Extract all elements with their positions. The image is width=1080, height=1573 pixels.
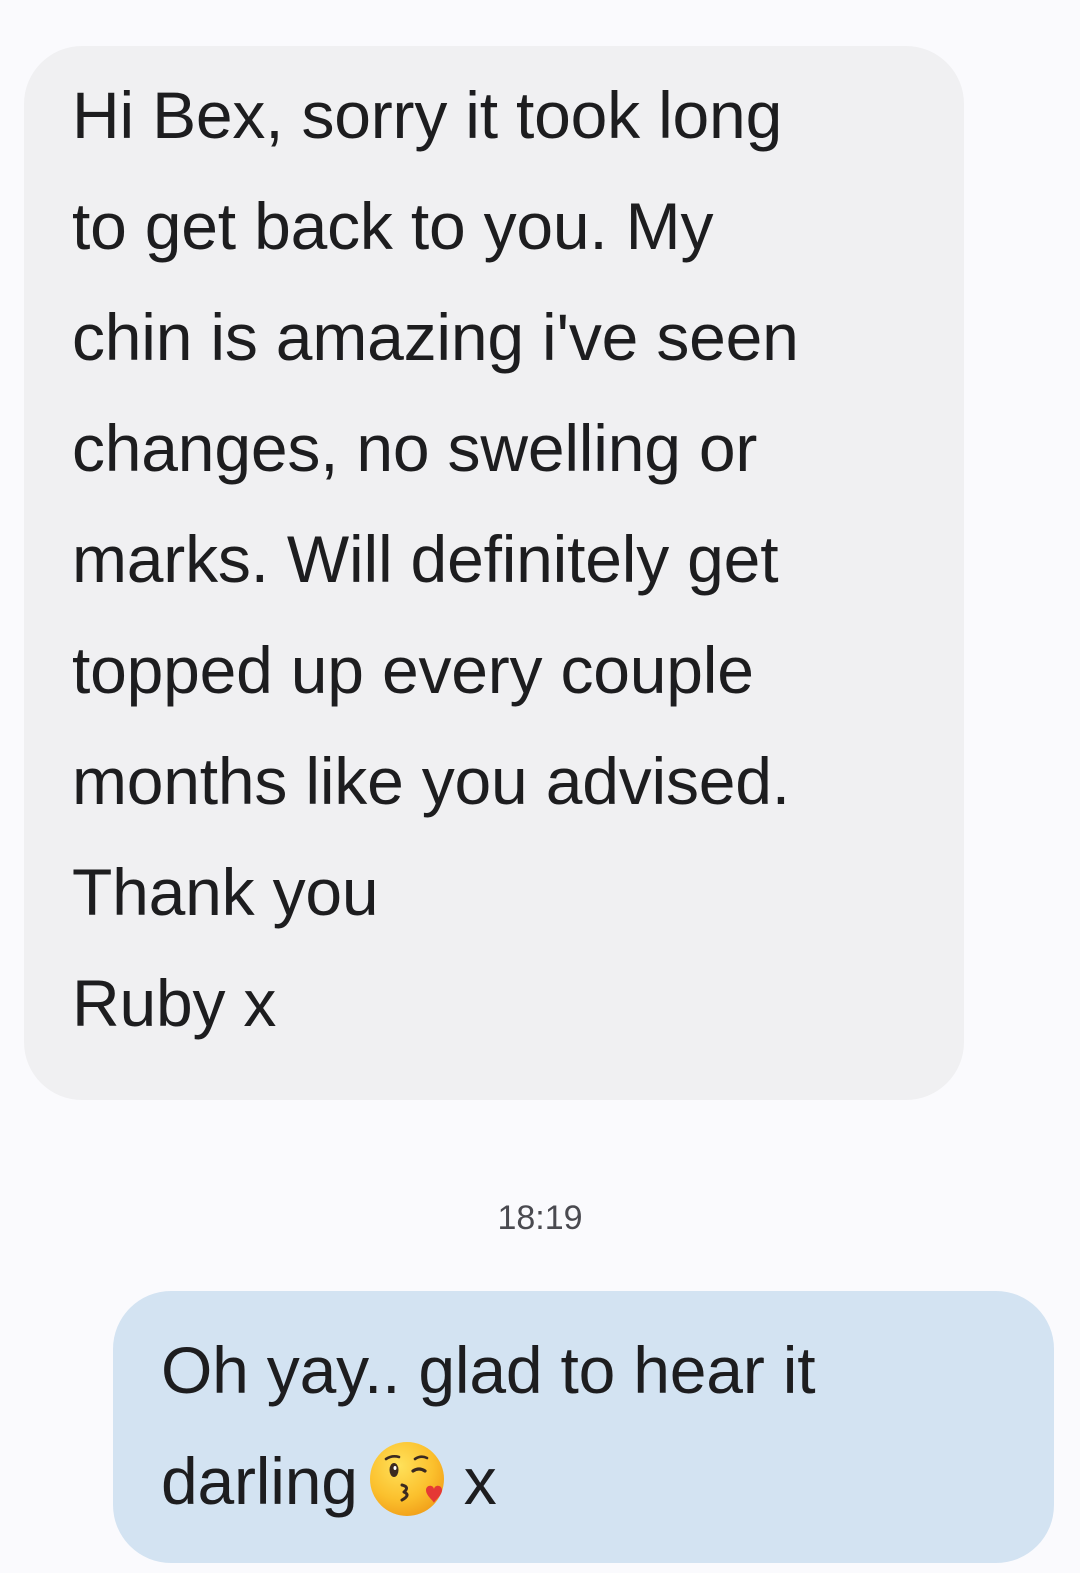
face-blowing-a-kiss-icon [368,1440,446,1518]
message-line: topped up every couple [72,633,754,707]
message-word: x [463,1444,497,1518]
message-line: Ruby x [72,966,277,1040]
incoming-message-bubble[interactable]: Hi Bex, sorry it took long to get back t… [24,46,964,1100]
message-word: darling [161,1444,358,1518]
message-line: changes, no swelling or [72,411,758,485]
message-line: Thank you [72,855,379,929]
message-thread: Hi Bex, sorry it took long to get back t… [0,0,1080,1573]
outgoing-message-bubble[interactable]: Oh yay.. glad to hear it darling x [113,1291,1054,1563]
message-timestamp: 18:19 [497,1199,583,1237]
message-line: Oh yay.. glad to hear it [161,1333,816,1407]
message-line: darling x [161,1426,1024,1537]
message-line: months like you advised. [72,744,790,818]
message-line: Hi Bex, sorry it took long [72,78,783,152]
message-line: chin is amazing i've seen [72,300,799,374]
message-line: to get back to you. My [72,189,714,263]
message-line: marks. Will definitely get [72,522,779,596]
